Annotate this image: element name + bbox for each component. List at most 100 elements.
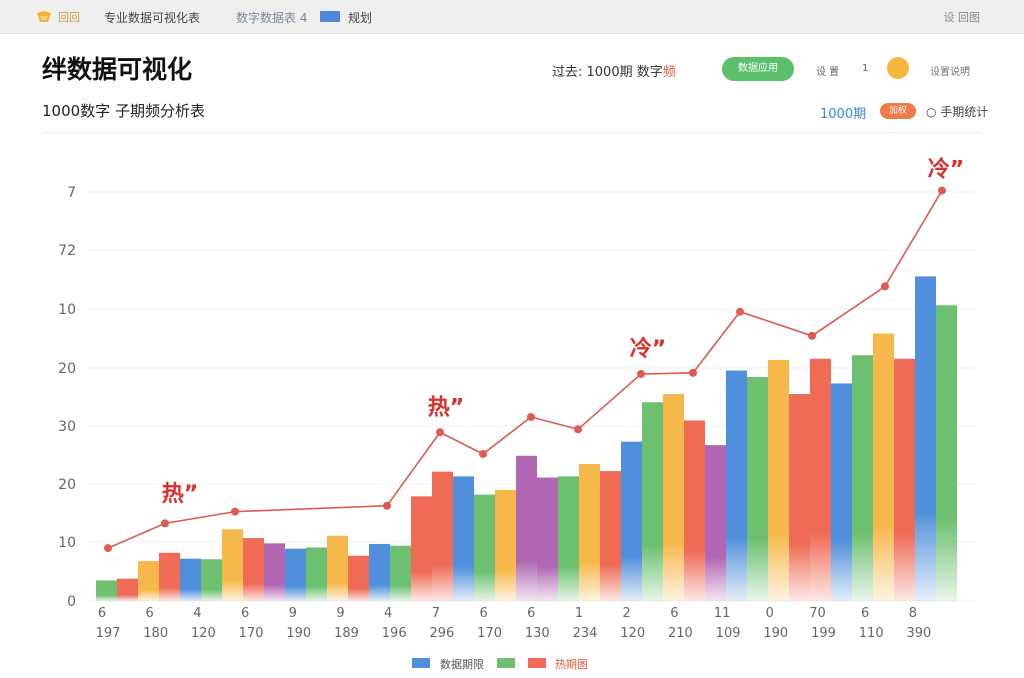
x-tick-label: 11 <box>714 606 731 621</box>
period-link[interactable]: 1000期 <box>820 103 866 122</box>
bar <box>201 559 222 601</box>
setting-value[interactable]: 1 <box>862 63 868 74</box>
bar <box>810 358 831 601</box>
x-tick-label: 70 <box>809 606 826 621</box>
bar <box>684 420 705 601</box>
bar <box>138 561 159 601</box>
x-tick-label: 110 <box>859 626 884 641</box>
legend-swatch <box>412 658 430 668</box>
apply-button[interactable]: 数据应用 <box>722 57 794 81</box>
bar <box>768 359 789 601</box>
bar <box>600 471 621 601</box>
bar <box>894 358 915 601</box>
bar <box>852 355 873 601</box>
x-tick-label: 4 <box>384 606 392 621</box>
stats-link[interactable]: ○ 手期统计 <box>926 103 988 120</box>
y-tick-label: 10 <box>58 535 76 551</box>
weight-pill[interactable]: 加权 <box>880 103 916 119</box>
bar <box>789 394 810 601</box>
y-tick-label: 72 <box>58 243 76 259</box>
y-tick-label: 7 <box>67 185 76 201</box>
trend-point <box>161 519 169 528</box>
logo-icon <box>37 11 51 22</box>
setting-label: 设 置 <box>816 67 840 78</box>
trend-point <box>637 370 645 379</box>
x-tick-label: 6 <box>241 606 249 621</box>
bar <box>390 545 411 601</box>
annotation-label: 冷” <box>630 336 666 362</box>
bar <box>936 305 957 601</box>
bar <box>327 535 348 601</box>
top-right-menu[interactable]: 设 回图 <box>944 9 981 25</box>
x-tick-label: 8 <box>909 606 917 621</box>
bar <box>306 547 327 601</box>
bar <box>117 578 138 601</box>
bar <box>180 558 201 601</box>
x-tick-label: 6 <box>146 606 154 621</box>
trend-point <box>527 412 535 421</box>
bar <box>726 370 747 601</box>
bar <box>453 476 474 601</box>
x-tick-label: 4 <box>193 606 201 621</box>
bar <box>495 489 516 601</box>
legend-label: 热期图 <box>555 658 588 671</box>
x-tick-label: 109 <box>716 626 741 641</box>
trend-point <box>689 368 697 377</box>
y-tick-label: 20 <box>58 477 76 493</box>
y-tick-label: 10 <box>58 302 76 318</box>
x-tick-label: 6 <box>670 606 678 621</box>
trend-point <box>231 507 239 516</box>
period-label: 过去: 1000期 <box>552 65 633 80</box>
x-tick-label: 190 <box>286 626 311 641</box>
bar <box>348 555 369 601</box>
x-tick-label: 130 <box>525 626 550 641</box>
x-tick-label: 6 <box>479 606 487 621</box>
nav-item-data[interactable]: 数字数据表 4 <box>236 9 307 26</box>
x-tick-label: 180 <box>143 626 168 641</box>
x-tick-label: 120 <box>620 626 645 641</box>
x-tick-label: 9 <box>289 606 297 621</box>
bar <box>579 463 600 601</box>
legend-swatch <box>497 658 515 668</box>
annotation-label: 热” <box>428 395 464 421</box>
bar <box>621 441 642 601</box>
page-subtitle: 1000数字 子期频分析表 <box>42 102 205 120</box>
bar <box>411 496 432 601</box>
x-tick-label: 234 <box>573 626 598 641</box>
color-toggle[interactable] <box>887 57 909 79</box>
x-tick-label: 0 <box>766 606 774 621</box>
x-tick-label: 296 <box>429 626 454 641</box>
x-tick-label: 120 <box>191 626 216 641</box>
bar <box>474 494 495 601</box>
period-accent: 频 <box>662 65 676 80</box>
bar <box>537 477 558 601</box>
annotation-label: 冷” <box>928 156 964 182</box>
bar <box>285 548 306 601</box>
x-tick-label: 196 <box>382 626 407 641</box>
flag-icon <box>320 11 340 22</box>
bar <box>96 580 117 601</box>
trend-point <box>938 186 946 195</box>
chart: 01020302010727热”热”冷”冷”6 6 4 6 9 9 4 7 6 6 1 2 6 11 0 70… <box>58 156 975 641</box>
x-tick-label: 170 <box>239 626 264 641</box>
bar <box>831 383 852 601</box>
x-tick-label: 6 <box>98 606 106 621</box>
x-tick-label: 170 <box>477 626 502 641</box>
y-tick-label: 0 <box>67 594 76 610</box>
period-prefix: 数字 <box>636 65 663 80</box>
nav-item-plan[interactable]: 规划 <box>348 9 372 26</box>
bar <box>369 543 390 601</box>
x-tick-label: 190 <box>763 626 788 641</box>
x-tick-label: 6 <box>861 606 869 621</box>
trend-point <box>104 544 112 553</box>
x-tick-label: 1 <box>575 606 583 621</box>
x-tick-label: 7 <box>432 606 440 621</box>
x-tick-label: 199 <box>811 626 836 641</box>
nav-item-dashboard[interactable]: 专业数据可视化表 <box>104 9 200 26</box>
bar <box>663 394 684 601</box>
divider <box>42 132 982 133</box>
chevron-down-icon[interactable]: ⌄ <box>963 61 971 72</box>
y-tick-label: 20 <box>58 361 76 377</box>
bar <box>558 476 579 601</box>
x-tick-label: 6 <box>527 606 535 621</box>
